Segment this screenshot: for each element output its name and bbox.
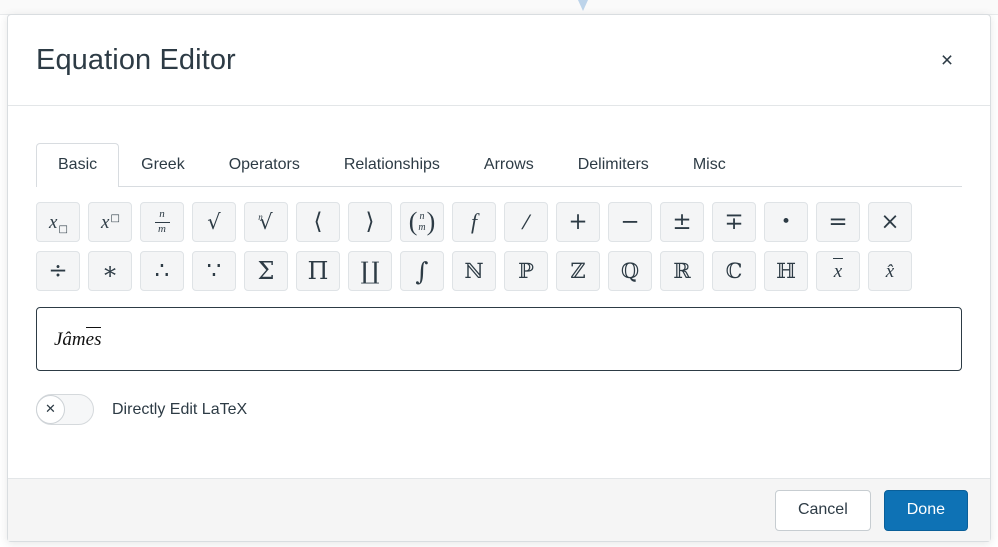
quaternions-icon: ℍ bbox=[776, 261, 796, 282]
right-angle-bracket-icon: ⟩ bbox=[366, 211, 375, 234]
plus-minus-icon: ± bbox=[672, 211, 691, 234]
symbol-square-root[interactable]: √ bbox=[192, 202, 236, 242]
equation-overlined-part: es bbox=[86, 327, 102, 351]
tab-arrows[interactable]: Arrows bbox=[462, 143, 556, 187]
symbol-slash[interactable]: / bbox=[504, 202, 548, 242]
tab-greek[interactable]: Greek bbox=[119, 143, 207, 187]
reals-icon: ℝ bbox=[673, 261, 690, 282]
done-button[interactable]: Done bbox=[884, 490, 968, 531]
symbol-right-angle-bracket[interactable]: ⟩ bbox=[348, 202, 392, 242]
slash-icon: / bbox=[522, 211, 530, 233]
directly-edit-latex-label: Directly Edit LaTeX bbox=[112, 401, 247, 419]
fraction-icon: nm bbox=[155, 209, 170, 235]
background-toolbar-strip bbox=[0, 0, 998, 15]
square-root-icon: √ bbox=[207, 212, 220, 233]
page-title: Equation Editor bbox=[36, 44, 930, 77]
integers-icon: ℤ bbox=[570, 261, 585, 282]
tab-relationships[interactable]: Relationships bbox=[322, 143, 462, 187]
symbol-superscript[interactable]: x□ bbox=[88, 202, 132, 242]
natural-numbers-icon: ℕ bbox=[464, 261, 483, 282]
tab-basic[interactable]: Basic bbox=[36, 143, 119, 187]
summation-icon: Σ bbox=[258, 259, 275, 283]
symbol-summation[interactable]: Σ bbox=[244, 251, 288, 291]
equation-editor-dialog: Equation Editor × Basic Greek Operators … bbox=[7, 14, 991, 542]
symbol-times[interactable]: × bbox=[868, 202, 912, 242]
equals-icon: = bbox=[828, 211, 847, 234]
symbol-prime-numbers[interactable]: ℙ bbox=[504, 251, 548, 291]
minus-icon: − bbox=[620, 211, 639, 234]
product-icon: Π bbox=[308, 259, 329, 283]
plus-icon: + bbox=[568, 211, 587, 234]
dot-operator-icon: • bbox=[781, 214, 791, 231]
left-angle-bracket-icon: ⟨ bbox=[314, 211, 323, 234]
prime-numbers-icon: ℙ bbox=[518, 261, 534, 282]
symbol-function-f[interactable]: f bbox=[452, 202, 496, 242]
symbol-quaternions[interactable]: ℍ bbox=[764, 251, 808, 291]
symbol-rationals[interactable]: ℚ bbox=[608, 251, 652, 291]
overline-x-icon: x bbox=[833, 258, 843, 284]
symbol-asterisk[interactable]: ∗ bbox=[88, 251, 132, 291]
equation-value: Jâmes bbox=[54, 327, 101, 351]
symbol-fraction[interactable]: nm bbox=[140, 202, 184, 242]
integral-icon: ∫ bbox=[415, 259, 428, 284]
symbol-row: x□ x□ nm √ n√ ⟨ ⟩ bbox=[36, 202, 962, 242]
dialog-body: Basic Greek Operators Relationships Arro… bbox=[8, 106, 990, 478]
symbol-plus-minus[interactable]: ± bbox=[660, 202, 704, 242]
close-icon: ✕ bbox=[36, 395, 65, 424]
times-icon: × bbox=[880, 211, 899, 234]
coproduct-icon: ∐ bbox=[360, 259, 379, 283]
symbol-binomial[interactable]: (nm) bbox=[400, 202, 444, 242]
hat-x-icon: x̂ bbox=[886, 262, 894, 281]
symbol-equals[interactable]: = bbox=[816, 202, 860, 242]
symbol-minus[interactable]: − bbox=[608, 202, 652, 242]
nth-root-icon: n√ bbox=[259, 212, 272, 233]
tab-operators[interactable]: Operators bbox=[207, 143, 322, 187]
cancel-button[interactable]: Cancel bbox=[775, 490, 871, 531]
symbol-category-tabs: Basic Greek Operators Relationships Arro… bbox=[36, 134, 962, 187]
asterisk-icon: ∗ bbox=[102, 259, 118, 283]
symbol-subscript[interactable]: x□ bbox=[36, 202, 80, 242]
symbol-minus-plus[interactable]: ∓ bbox=[712, 202, 756, 242]
symbol-because[interactable]: ∵ bbox=[192, 251, 236, 291]
symbol-nth-root[interactable]: n√ bbox=[244, 202, 288, 242]
symbol-row: ÷ ∗ ∴ ∵ Σ Π ∐ bbox=[36, 251, 962, 291]
symbol-divide[interactable]: ÷ bbox=[36, 251, 80, 291]
symbol-therefore[interactable]: ∴ bbox=[140, 251, 184, 291]
symbol-integers[interactable]: ℤ bbox=[556, 251, 600, 291]
tab-delimiters[interactable]: Delimiters bbox=[556, 143, 671, 187]
symbol-integral[interactable]: ∫ bbox=[400, 251, 444, 291]
dialog-header: Equation Editor × bbox=[8, 15, 990, 106]
directly-edit-latex-toggle[interactable]: ✕ bbox=[36, 394, 94, 425]
therefore-icon: ∴ bbox=[155, 260, 170, 283]
superscript-icon: x□ bbox=[101, 213, 119, 232]
rationals-icon: ℚ bbox=[621, 261, 639, 282]
symbol-dot-operator[interactable]: • bbox=[764, 202, 808, 242]
tab-misc[interactable]: Misc bbox=[671, 143, 748, 187]
divide-icon: ÷ bbox=[48, 260, 67, 283]
symbol-hat-x[interactable]: x̂ bbox=[868, 251, 912, 291]
equation-plain-part: Jâm bbox=[54, 330, 86, 349]
subscript-icon: x□ bbox=[49, 213, 67, 232]
symbol-natural-numbers[interactable]: ℕ bbox=[452, 251, 496, 291]
because-icon: ∵ bbox=[207, 260, 222, 283]
close-icon[interactable]: × bbox=[930, 43, 964, 77]
latex-toggle-row: ✕ Directly Edit LaTeX bbox=[36, 394, 962, 425]
symbol-complex-numbers[interactable]: ℂ bbox=[712, 251, 756, 291]
equation-preview-field[interactable]: Jâmes bbox=[36, 307, 962, 371]
symbol-coproduct[interactable]: ∐ bbox=[348, 251, 392, 291]
symbol-palette: x□ x□ nm √ n√ ⟨ ⟩ bbox=[36, 187, 962, 291]
binomial-icon: (nm) bbox=[409, 209, 436, 235]
symbol-overline-x[interactable]: x bbox=[816, 251, 860, 291]
symbol-reals[interactable]: ℝ bbox=[660, 251, 704, 291]
symbol-left-angle-bracket[interactable]: ⟨ bbox=[296, 202, 340, 242]
minus-plus-icon: ∓ bbox=[724, 211, 743, 234]
symbol-product[interactable]: Π bbox=[296, 251, 340, 291]
complex-numbers-icon: ℂ bbox=[726, 261, 743, 282]
dialog-footer: Cancel Done bbox=[8, 478, 990, 541]
function-f-icon: f bbox=[471, 211, 477, 233]
symbol-plus[interactable]: + bbox=[556, 202, 600, 242]
